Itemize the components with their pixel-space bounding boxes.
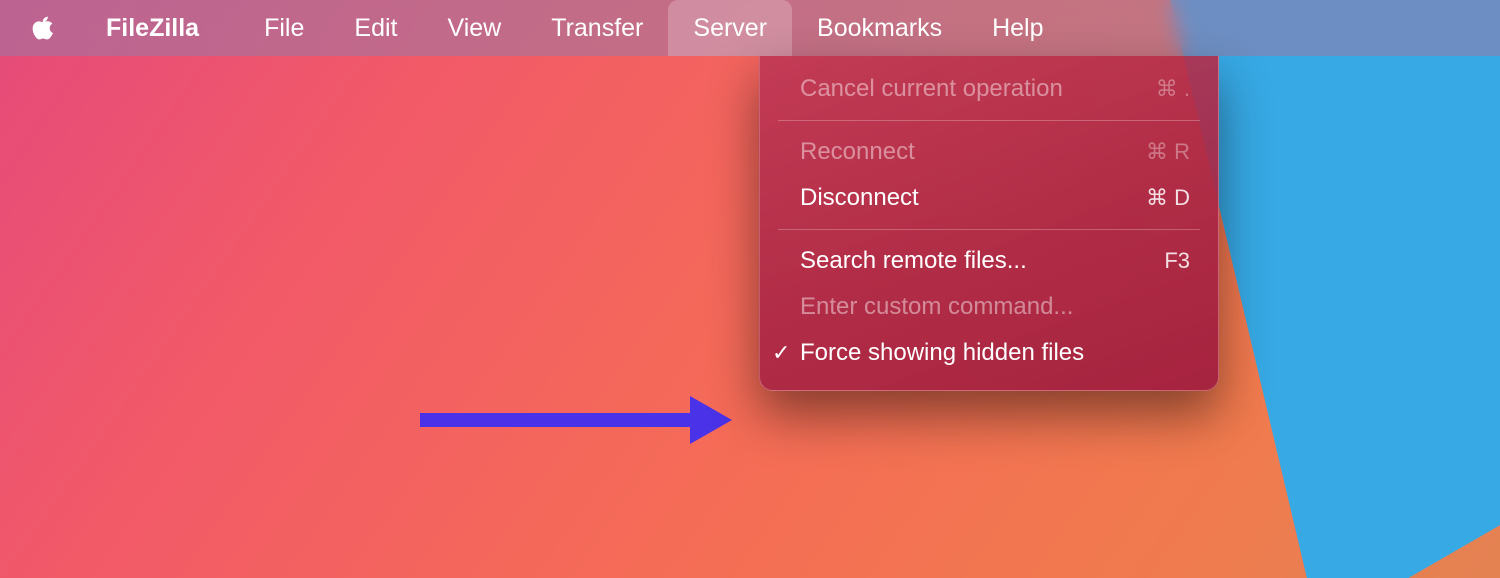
menu-item-label: Force showing hidden files (800, 339, 1084, 367)
desktop-background: FileZilla File Edit View Transfer Server… (0, 0, 1500, 578)
menu-server[interactable]: Server (668, 0, 792, 56)
apple-logo-icon[interactable] (28, 13, 58, 43)
menu-help[interactable]: Help (967, 0, 1068, 56)
menu-enter-custom-command: Enter custom command... (760, 284, 1218, 330)
menu-item-label: Disconnect (800, 184, 919, 212)
menu-view[interactable]: View (422, 0, 526, 56)
menu-separator (778, 120, 1200, 121)
menu-reconnect: Reconnect ⌘ R (760, 129, 1218, 175)
menu-disconnect[interactable]: Disconnect ⌘ D (760, 175, 1218, 221)
menu-file[interactable]: File (239, 0, 329, 56)
menu-app-name[interactable]: FileZilla (106, 14, 199, 43)
menu-cancel-current-operation: Cancel current operation ⌘ . (760, 66, 1218, 112)
menu-search-remote-files[interactable]: Search remote files... F3 (760, 238, 1218, 284)
arrow-head (690, 396, 732, 444)
menu-edit[interactable]: Edit (329, 0, 422, 56)
menu-item-label: Enter custom command... (800, 293, 1073, 321)
menu-item-shortcut: ⌘ D (1146, 185, 1190, 211)
menu-item-label: Search remote files... (800, 247, 1027, 275)
menu-item-label: Reconnect (800, 138, 915, 166)
server-dropdown-menu: Cancel current operation ⌘ . Reconnect ⌘… (759, 56, 1219, 391)
menu-bar: FileZilla File Edit View Transfer Server… (0, 0, 1500, 56)
menu-item-label: Cancel current operation (800, 75, 1063, 103)
menu-item-shortcut: ⌘ R (1146, 139, 1190, 165)
menu-item-shortcut: ⌘ . (1156, 76, 1190, 102)
menu-separator (778, 229, 1200, 230)
menu-bookmarks[interactable]: Bookmarks (792, 0, 967, 56)
menu-item-shortcut: F3 (1164, 248, 1190, 274)
check-icon: ✓ (772, 340, 790, 366)
arrow-line (420, 413, 690, 427)
menu-transfer[interactable]: Transfer (526, 0, 668, 56)
menu-force-showing-hidden-files[interactable]: ✓ Force showing hidden files (760, 330, 1218, 376)
annotation-arrow-icon (420, 396, 732, 444)
